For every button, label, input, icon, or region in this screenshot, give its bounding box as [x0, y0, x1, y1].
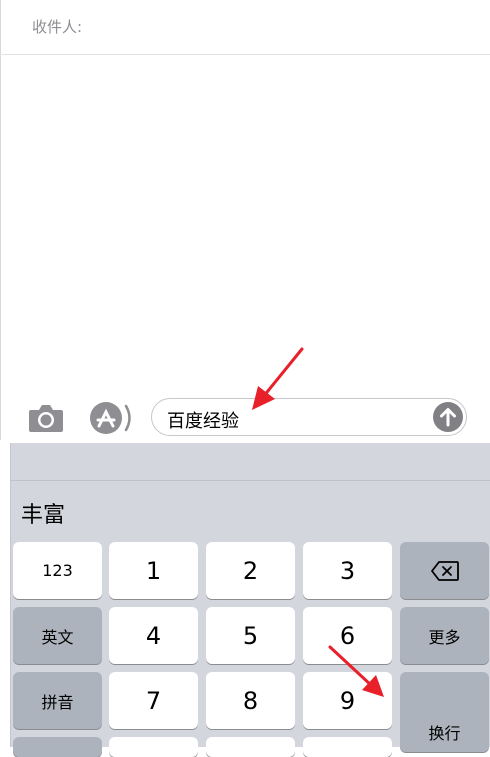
camera-icon: [29, 405, 63, 432]
key-partial-row4[interactable]: [303, 737, 392, 757]
key-label: 4: [145, 621, 162, 650]
key-5[interactable]: 5: [206, 607, 295, 664]
key-english[interactable]: 英文: [13, 607, 102, 664]
key-6[interactable]: 6: [303, 607, 392, 664]
candidate-bar: 丰富: [11, 481, 490, 539]
key-2[interactable]: 2: [206, 542, 295, 599]
camera-button[interactable]: [27, 402, 65, 434]
key-partial-row4[interactable]: [13, 737, 102, 757]
key-8[interactable]: 8: [206, 672, 295, 729]
send-button[interactable]: [433, 402, 463, 432]
key-pinyin[interactable]: 拼音: [13, 672, 102, 729]
keyboard: 丰富 123 1 2 3 英文 4 5 6 更多 拼音 7 8 9 换行: [10, 443, 490, 757]
suggestion-strip: [11, 443, 490, 481]
delete-key[interactable]: [400, 542, 489, 599]
backspace-icon: [430, 560, 459, 581]
key-label: 5: [242, 621, 259, 650]
key-label: 换行: [428, 724, 461, 743]
key-label: 9: [339, 686, 356, 715]
message-input[interactable]: 百度经验: [151, 398, 467, 436]
recipient-label: 收件人:: [32, 18, 83, 36]
key-label: 123: [42, 561, 73, 580]
key-label: 更多: [428, 627, 461, 647]
return-key[interactable]: 换行: [400, 672, 489, 752]
key-9[interactable]: 9: [303, 672, 392, 729]
key-7[interactable]: 7: [109, 672, 198, 729]
message-text: 百度经验: [167, 411, 239, 432]
key-label: 8: [242, 686, 259, 715]
key-1[interactable]: 1: [109, 542, 198, 599]
key-label: 7: [145, 686, 162, 715]
app-store-icon: [90, 402, 131, 434]
key-label: 3: [339, 556, 356, 585]
key-label: 2: [242, 556, 259, 585]
key-3[interactable]: 3: [303, 542, 392, 599]
key-label: 1: [145, 556, 162, 585]
key-partial-row4[interactable]: [109, 737, 198, 757]
recipient-row[interactable]: 收件人:: [0, 0, 490, 55]
arrow-up-icon: [433, 402, 463, 432]
key-label: 拼音: [41, 692, 74, 712]
key-label: 英文: [41, 627, 74, 647]
key-123[interactable]: 123: [13, 542, 102, 599]
key-more[interactable]: 更多: [400, 607, 489, 664]
key-4[interactable]: 4: [109, 607, 198, 664]
candidate-word[interactable]: 丰富: [21, 497, 65, 529]
key-partial-row4[interactable]: [206, 737, 295, 757]
key-label: 6: [339, 621, 356, 650]
apps-button[interactable]: [88, 400, 134, 436]
window-edge: [0, 0, 1, 440]
